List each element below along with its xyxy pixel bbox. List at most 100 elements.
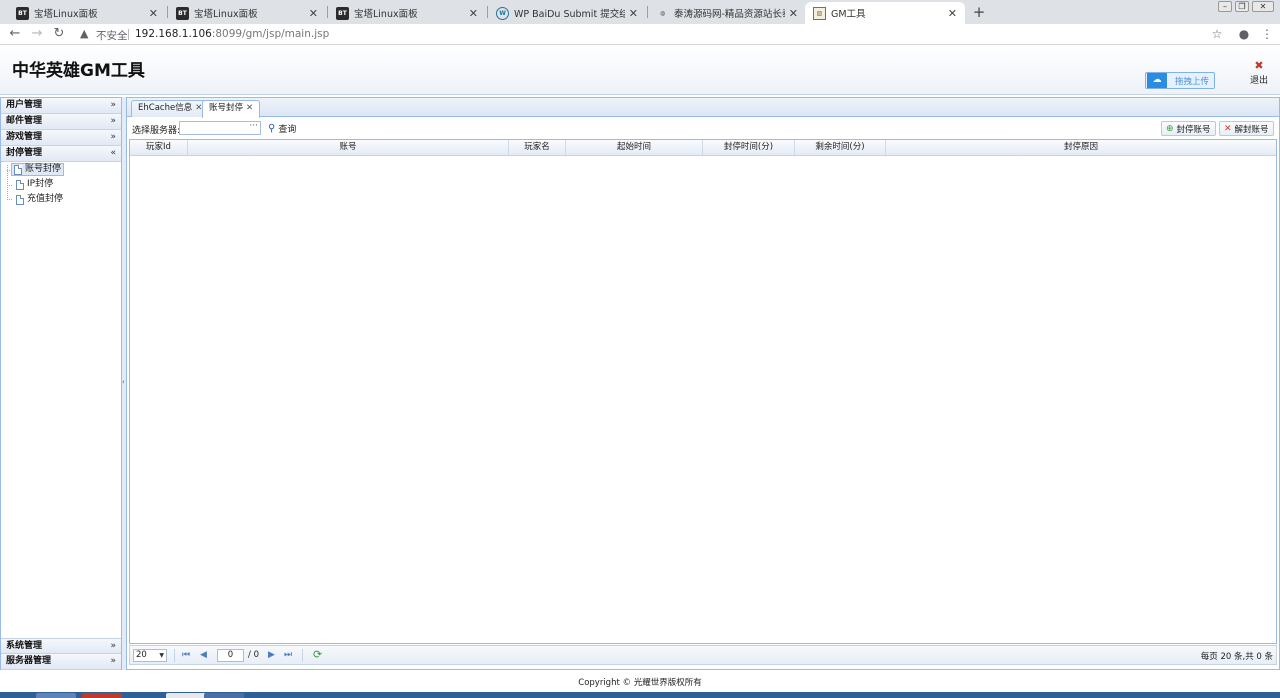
- sidebar-item-label: 账号封停: [25, 164, 62, 174]
- grid-toolbar: 选择服务器: ··· ⚲ 查询 ⊕ 封停账号 ✕ 解封账号: [129, 120, 1277, 138]
- expand-icon[interactable]: »: [110, 130, 116, 145]
- next-page-icon[interactable]: ▶: [268, 650, 275, 661]
- sidebar-section-system[interactable]: 系统管理 »: [1, 638, 121, 654]
- profile-icon[interactable]: ●: [1236, 26, 1252, 42]
- tab-account-ban[interactable]: 账号封停 ✕: [202, 100, 261, 118]
- window-close-icon[interactable]: ✕: [1252, 1, 1274, 12]
- tab-ehcache[interactable]: EhCache信息 ✕: [131, 100, 210, 117]
- column-header-player-id[interactable]: 玩家Id: [130, 140, 188, 155]
- document-icon: [16, 194, 24, 205]
- browser-tab-4[interactable]: W WP BaiDu Submit 提交结果 - 思 ✕: [488, 2, 646, 24]
- sidebar-section-user[interactable]: 用户管理 »: [1, 98, 121, 114]
- browser-tab-3[interactable]: BT 宝塔Linux面板 ✕: [328, 2, 486, 24]
- wordpress-icon: W: [496, 6, 509, 20]
- os-taskbar: [0, 692, 1280, 698]
- unban-account-label: 解封账号: [1234, 124, 1269, 135]
- close-icon[interactable]: ✕: [629, 7, 638, 20]
- taskbar-app-icon[interactable]: [166, 693, 206, 698]
- restore-icon[interactable]: ❐: [1235, 1, 1249, 12]
- expand-icon[interactable]: »: [110, 639, 116, 654]
- close-icon[interactable]: ✕: [246, 103, 253, 113]
- prev-page-icon[interactable]: ◀: [200, 650, 207, 661]
- expand-icon[interactable]: »: [110, 114, 116, 129]
- query-button[interactable]: ⚲ 查询: [268, 122, 296, 135]
- minimize-icon[interactable]: –: [1218, 1, 1232, 12]
- app-header: 中华英雄GM工具 ☁ 拖拽上传 ✖ 退出: [0, 46, 1280, 95]
- tab-label: 账号封停: [209, 103, 244, 113]
- sidebar: 用户管理 » 邮件管理 » 游戏管理 » 封停管理 « 账号封停 IP封停 充值…: [0, 97, 122, 670]
- taskbar-app-icon[interactable]: [204, 693, 244, 698]
- close-icon[interactable]: ✕: [469, 7, 478, 20]
- logout-button[interactable]: ✖ 退出: [1248, 60, 1270, 86]
- sidebar-section-server[interactable]: 服务器管理 »: [1, 654, 121, 670]
- warning-icon[interactable]: ▲: [80, 27, 88, 40]
- new-tab-button[interactable]: +: [970, 2, 988, 22]
- column-header-start-time[interactable]: 起始时间: [566, 140, 703, 155]
- footer-copyright: Copyright © 光耀世界版权所有: [578, 678, 702, 688]
- page-icon: ▨: [813, 6, 826, 20]
- forward-icon[interactable]: →: [29, 26, 45, 42]
- sidebar-section-game[interactable]: 游戏管理 »: [1, 130, 121, 146]
- server-select[interactable]: ···: [179, 121, 261, 135]
- browser-tab-6[interactable]: ▨ GM工具 ✕: [805, 2, 965, 24]
- sidebar-item-recharge-ban[interactable]: 充值封停: [16, 193, 63, 206]
- section-label: 邮件管理: [6, 116, 43, 126]
- browser-tab-bar: BT 宝塔Linux面板 ✕ BT 宝塔Linux面板 ✕ BT 宝塔Linux…: [0, 0, 1280, 24]
- column-header-remaining-minutes[interactable]: 剩余时间(分): [795, 140, 886, 155]
- drag-upload-button[interactable]: ☁ 拖拽上传: [1145, 72, 1215, 89]
- upload-label: 拖拽上传: [1175, 76, 1210, 87]
- tab-label: EhCache信息: [138, 103, 193, 113]
- browser-tab-label: GM工具: [831, 9, 866, 20]
- sidebar-item-account-ban[interactable]: 账号封停: [11, 163, 65, 176]
- sidebar-section-mail[interactable]: 邮件管理 »: [1, 114, 121, 130]
- reload-icon[interactable]: ↻: [51, 26, 67, 42]
- ban-account-button[interactable]: ⊕ 封停账号: [1161, 121, 1216, 136]
- close-icon[interactable]: ✕: [948, 7, 957, 20]
- document-icon: [14, 164, 22, 175]
- page-size-select[interactable]: 20 ▼: [133, 649, 167, 662]
- taskbar-app-icon[interactable]: [82, 693, 122, 698]
- first-page-icon[interactable]: ⏮: [182, 650, 190, 661]
- column-header-ban-reason[interactable]: 封停原因: [886, 140, 1276, 155]
- column-header-player-name[interactable]: 玩家名: [509, 140, 566, 155]
- url-path: :8099/gm/jsp/main.jsp: [211, 27, 330, 40]
- refresh-icon[interactable]: ⟳: [313, 648, 322, 661]
- column-header-account[interactable]: 账号: [188, 140, 509, 155]
- page-info: 每页 20 条,共 0 条: [1200, 652, 1273, 662]
- section-label: 用户管理: [6, 100, 43, 110]
- close-icon[interactable]: ✕: [309, 7, 318, 20]
- globe-icon: ◍: [659, 9, 666, 17]
- taskbar-app-icon[interactable]: [36, 693, 76, 698]
- section-label: 系统管理: [6, 641, 43, 651]
- browser-tab-2[interactable]: BT 宝塔Linux面板 ✕: [168, 2, 326, 24]
- cloud-icon: ☁: [1147, 73, 1167, 88]
- expand-icon[interactable]: »: [110, 654, 116, 669]
- expand-icon[interactable]: »: [110, 98, 116, 113]
- bookmark-star-icon[interactable]: ☆: [1209, 26, 1225, 42]
- close-icon[interactable]: ✕: [149, 7, 158, 20]
- collapse-icon[interactable]: «: [110, 146, 116, 161]
- browser-tab-1[interactable]: BT 宝塔Linux面板 ✕: [8, 2, 166, 24]
- section-label: 游戏管理: [6, 132, 43, 142]
- more-icon[interactable]: ···: [249, 121, 258, 131]
- security-label[interactable]: 不安全: [96, 28, 128, 43]
- menu-kebab-icon[interactable]: ⋮: [1259, 26, 1275, 42]
- close-icon[interactable]: ✕: [789, 7, 798, 20]
- current-page-input[interactable]: 0: [217, 649, 244, 662]
- back-icon[interactable]: ←: [7, 26, 23, 42]
- total-pages: / 0: [248, 650, 259, 660]
- sidebar-section-ban[interactable]: 封停管理 «: [1, 146, 121, 162]
- chevron-down-icon: ▼: [159, 652, 164, 659]
- browser-tab-5[interactable]: ◍ 泰涛源码网-精品资源站长泰涛 ✕: [648, 2, 806, 24]
- address-bar: ← → ↻ ▲ 不安全 192.168.1.106:8099/gm/jsp/ma…: [0, 24, 1280, 45]
- sidebar-item-ip-ban[interactable]: IP封停: [16, 178, 53, 191]
- url-field[interactable]: 192.168.1.106:8099/gm/jsp/main.jsp: [135, 28, 329, 40]
- bt-icon: BT: [16, 6, 29, 20]
- unban-account-button[interactable]: ✕ 解封账号: [1219, 121, 1274, 136]
- query-label: 查询: [278, 125, 297, 135]
- last-page-icon[interactable]: ⏭: [284, 650, 292, 661]
- column-header-ban-minutes[interactable]: 封停时间(分): [703, 140, 795, 155]
- sidebar-item-label: 充值封停: [27, 194, 64, 204]
- browser-tab-label: 泰涛源码网-精品资源站长泰涛: [674, 9, 785, 20]
- browser-tab-label: 宝塔Linux面板: [354, 9, 418, 20]
